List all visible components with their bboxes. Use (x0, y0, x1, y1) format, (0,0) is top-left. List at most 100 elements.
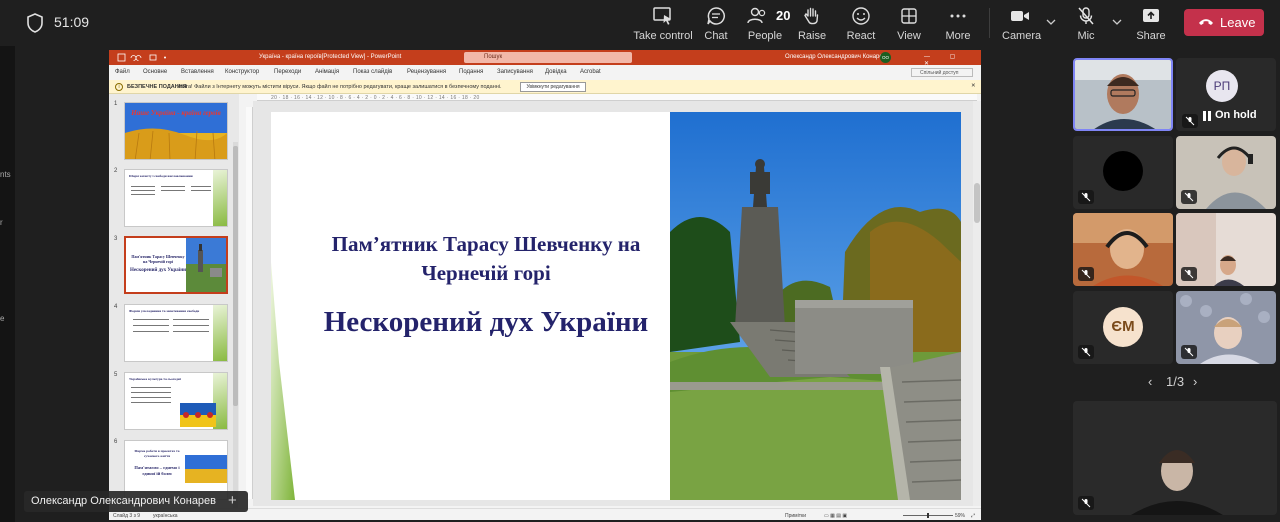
slide-thumbnail-2[interactable]: Шарм захисту і свободи висловлювання (124, 169, 228, 227)
mic-off-badge (1078, 496, 1094, 510)
fit-slide-icon[interactable]: ⤢ (971, 513, 975, 519)
participant-tile-8[interactable] (1176, 291, 1276, 364)
ppt-search-box[interactable]: Пошук (464, 52, 632, 63)
slide-thumbnail-3[interactable]: Пам'ятник Тарасу Шевченку на Чернечій го… (124, 236, 228, 294)
participant-video (1075, 60, 1171, 129)
mic-off-icon (1184, 192, 1194, 202)
take-control-button[interactable]: Take control (633, 4, 693, 44)
page-indicator: 1/3 (1166, 374, 1185, 389)
participant-tile-6[interactable] (1176, 213, 1276, 286)
thumbnail-number: 6 (114, 439, 118, 445)
chat-button[interactable]: Chat (700, 4, 732, 44)
mic-off-badge (1078, 267, 1094, 281)
mic-off-badge (1182, 114, 1198, 128)
slide-scrollbar[interactable] (973, 101, 981, 506)
close-warning-icon[interactable]: ✕ (971, 83, 976, 89)
mic-off-icon (1081, 347, 1091, 357)
mic-off-icon (1078, 7, 1094, 25)
participant-tile-3[interactable] (1073, 136, 1173, 209)
protected-view-message: Увага! Файли з Інтернету можуть містити … (177, 84, 502, 90)
zoom-level: 59% (955, 513, 966, 519)
thumbnails-scroll-thumb[interactable] (233, 146, 238, 406)
next-page-button[interactable]: › (1193, 374, 1197, 389)
ppt-menu-home[interactable]: Основне (143, 69, 167, 75)
ppt-menu-design[interactable]: Конструктор (225, 69, 259, 75)
thumb-text-line (131, 194, 155, 195)
react-label: React (846, 30, 876, 42)
view-button[interactable]: View (893, 4, 925, 44)
previous-page-button[interactable]: ‹ (1148, 374, 1152, 389)
ppt-menu-acrobat[interactable]: Acrobat (580, 69, 601, 75)
mic-off-badge (1181, 267, 1197, 281)
ppt-menu-record[interactable]: Записування (497, 69, 533, 75)
participant-avatar: РП (1206, 70, 1238, 102)
mic-button[interactable]: Mic (1070, 4, 1102, 44)
enable-editing-button[interactable]: Увімкнути редагування (520, 82, 586, 92)
participant-tile-7[interactable]: ЄМ (1073, 291, 1173, 364)
mic-options-chevron-icon[interactable] (1111, 16, 1123, 28)
left-strip-text: nts (0, 170, 11, 179)
participant-avatar: ЄМ (1103, 307, 1143, 347)
camera-label: Camera (1002, 30, 1042, 42)
ppt-menu-slideshow[interactable]: Показ слайдів (353, 69, 392, 75)
mic-off-badge (1181, 345, 1197, 359)
people-label: People (747, 30, 783, 42)
protected-view-bar: i БЕЗПЕЧНЕ ПОДАННЯ Увага! Файли з Інтерн… (109, 80, 981, 94)
take-control-label: Take control (633, 30, 693, 42)
notes-button[interactable]: Примітки (785, 513, 806, 519)
view-label: View (897, 30, 921, 42)
zoom-slider[interactable] (903, 513, 953, 518)
thumb-text-line (131, 397, 171, 398)
ppt-menu-transitions[interactable]: Переходи (274, 69, 301, 75)
thumbnail-number: 3 (114, 236, 118, 242)
ppt-user-name: Олександр Олександрович Конарев (785, 54, 886, 60)
slide-scroll-thumb[interactable] (974, 183, 980, 223)
raise-label: Raise (797, 30, 827, 42)
participant-tile-1[interactable] (1073, 58, 1173, 131)
language-indicator[interactable]: українська (153, 513, 178, 519)
slide-thumbnail-1[interactable]: Наше Україна - країна героїв (124, 102, 228, 160)
share-tray-icon (1143, 9, 1159, 22)
share-button[interactable]: Share (1135, 4, 1167, 44)
thumbnail-caption: Форми ускладнення та запотевання свободи (129, 309, 200, 313)
current-slide[interactable]: Пам’ятник Тарасу Шевченку на Чернечій го… (271, 112, 961, 500)
quick-access-toolbar-icon[interactable] (117, 53, 177, 62)
people-button[interactable]: 20 People (742, 4, 791, 44)
thumb-text-line (191, 186, 211, 187)
thumbnail-caption: Пам'ятник Тарасу Шевченку на Чернечій го… (131, 254, 185, 264)
ppt-menu-insert[interactable]: Вставлення (181, 69, 214, 75)
ppt-menu-animation[interactable]: Анімація (315, 69, 339, 75)
wheat-flag-image (185, 455, 227, 483)
leave-button[interactable]: Leave (1184, 9, 1264, 36)
chat-icon (707, 7, 725, 25)
share-label: Share (1136, 30, 1166, 42)
people-count: 20 (776, 8, 791, 23)
ppt-user-avatar[interactable]: ОО (880, 52, 891, 63)
camera-icon (1011, 11, 1029, 21)
raise-hand-button[interactable]: Raise (796, 4, 828, 44)
add-icon[interactable]: + (228, 492, 237, 509)
slide-thumbnail-5[interactable]: Українська культура та сьогодні (124, 372, 228, 430)
react-button[interactable]: React (845, 4, 877, 44)
ppt-share-button[interactable]: Спільний доступ (911, 68, 973, 77)
camera-button[interactable]: Camera (1002, 4, 1042, 44)
shield-icon (27, 13, 43, 33)
ppt-menu-file[interactable]: Файл (115, 69, 130, 75)
slide-thumbnail-4[interactable]: Форми ускладнення та запотевання свободи (124, 304, 228, 362)
ppt-menu-help[interactable]: Довідка (545, 69, 567, 75)
mic-off-icon (1184, 347, 1194, 357)
camera-options-chevron-icon[interactable] (1045, 16, 1057, 28)
ppt-menu-view[interactable]: Подання (459, 69, 483, 75)
gallery-pager: ‹ 1/3 › (1141, 374, 1209, 390)
ppt-menu-review[interactable]: Рецензування (407, 69, 446, 75)
participant-tile-5[interactable] (1073, 213, 1173, 286)
thumbnails-scrollbar[interactable] (233, 142, 238, 520)
view-mode-icons[interactable]: ▭ ▦ ▤ ▣ (824, 513, 847, 519)
thumb-text-line (133, 331, 169, 332)
ruler-scale: 20 · 18 · 16 · 14 · 12 · 10 · 8 · 6 · 4 … (271, 95, 480, 101)
self-view-tile[interactable] (1073, 401, 1277, 515)
self-video (1073, 401, 1277, 515)
thumb-text-line (173, 325, 209, 326)
more-button[interactable]: More (942, 4, 974, 44)
participant-tile-4[interactable] (1176, 136, 1276, 209)
